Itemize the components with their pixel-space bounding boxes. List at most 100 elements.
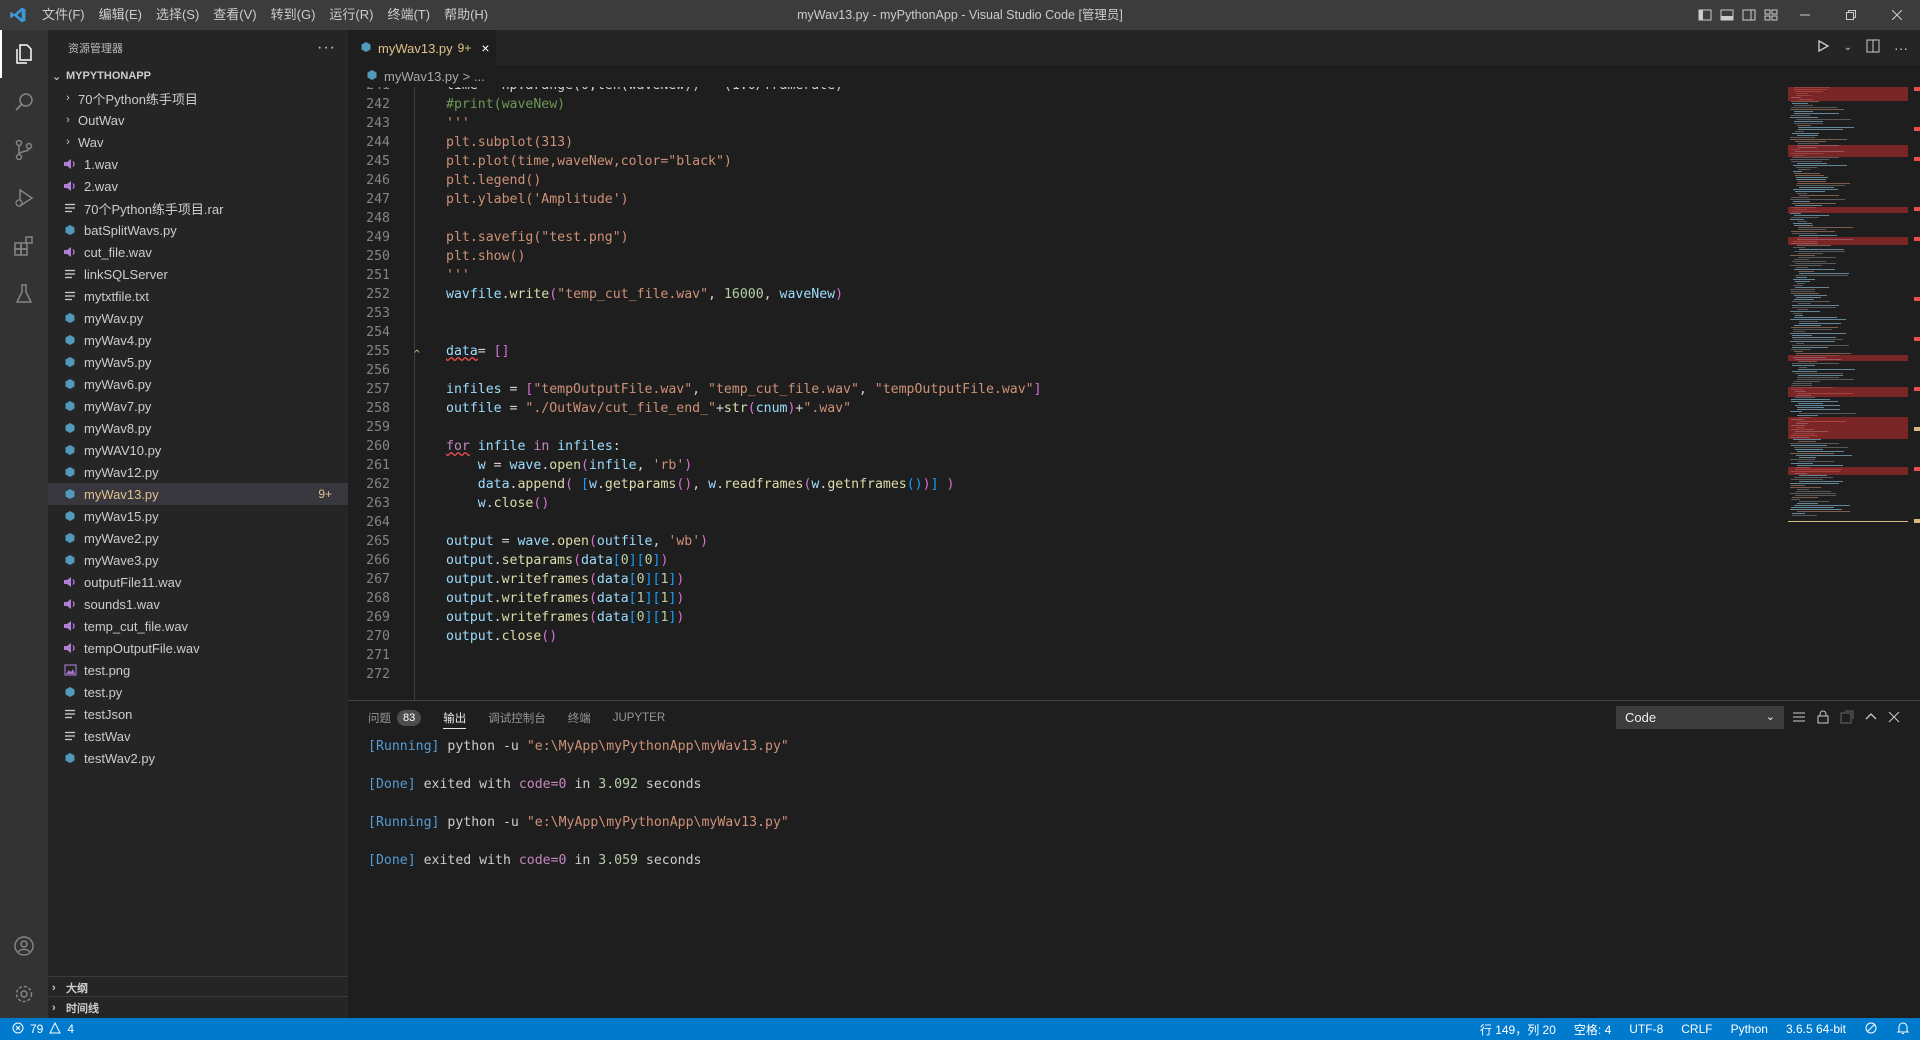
tab-jupyter[interactable]: JUPYTER <box>613 701 665 735</box>
file-item[interactable]: myWav.py <box>48 307 348 329</box>
extensions-icon[interactable] <box>0 222 48 270</box>
file-item[interactable]: testJson <box>48 703 348 725</box>
testing-flask-icon[interactable] <box>0 270 48 318</box>
toggle-secondary-sidebar-icon[interactable] <box>1738 0 1760 30</box>
menu-edit[interactable]: 编辑(E) <box>92 0 149 30</box>
file-item[interactable]: test.png <box>48 659 348 681</box>
file-item[interactable]: 2.wav <box>48 175 348 197</box>
file-item[interactable]: myWAV10.py <box>48 439 348 461</box>
file-item[interactable]: 1.wav <box>48 153 348 175</box>
file-item[interactable]: linkSQLServer <box>48 263 348 285</box>
folder-item[interactable]: › 70个Python练手项目 <box>48 87 348 109</box>
file-item[interactable]: myWav12.py <box>48 461 348 483</box>
minimap[interactable] <box>1788 87 1908 700</box>
toggle-sidebar-icon[interactable] <box>1694 0 1716 30</box>
close-tab-icon[interactable]: × <box>481 40 489 56</box>
restore-icon[interactable] <box>1828 0 1874 30</box>
file-item[interactable]: myWav13.py 9+ <box>48 483 348 505</box>
close-panel-icon[interactable] <box>1888 711 1900 726</box>
tab-debug-console[interactable]: 调试控制台 <box>488 701 546 735</box>
file-item[interactable]: cut_file.wav <box>48 241 348 263</box>
python-file-icon <box>62 464 78 480</box>
lock-scroll-icon[interactable] <box>1816 710 1830 727</box>
tab-problems[interactable]: 问题 83 <box>368 701 422 735</box>
menu-file[interactable]: 文件(F) <box>35 0 92 30</box>
status-bar: 79 4 行 149，列 20 空格: 4 UTF-8 CRLF Python … <box>0 1018 1920 1040</box>
file-item[interactable]: 70个Python练手项目.rar <box>48 197 348 219</box>
folder-item[interactable]: › Wav <box>48 131 348 153</box>
project-root[interactable]: ⌄ MYPYTHONAPP <box>48 65 348 87</box>
menu-terminal[interactable]: 终端(T) <box>380 0 437 30</box>
python-interpreter[interactable]: 3.6.5 64-bit <box>1786 1022 1846 1036</box>
open-in-editor-icon[interactable] <box>1840 710 1854 727</box>
vertical-scrollbar[interactable] <box>1908 87 1920 700</box>
account-icon[interactable] <box>0 922 48 970</box>
menu-go[interactable]: 转到(G) <box>264 0 323 30</box>
text-file-icon <box>62 728 78 744</box>
tree-item-label: myWave3.py <box>84 552 159 568</box>
customize-layout-icon[interactable] <box>1760 0 1782 30</box>
file-item[interactable]: sounds1.wav <box>48 593 348 615</box>
folder-item[interactable]: › OutWav <box>48 109 348 131</box>
more-actions-icon[interactable]: ··· <box>317 39 336 57</box>
run-debug-icon[interactable] <box>0 174 48 222</box>
tree-item-label: cut_file.wav <box>84 244 152 260</box>
maximize-panel-icon[interactable] <box>1864 710 1878 727</box>
notifications-bell-icon[interactable] <box>1896 1021 1910 1038</box>
file-item[interactable]: myWav4.py <box>48 329 348 351</box>
split-editor-icon[interactable] <box>1866 39 1880 56</box>
breadcrumb-rest[interactable]: > ... <box>463 69 485 84</box>
file-item[interactable]: myWav7.py <box>48 395 348 417</box>
run-dropdown-icon[interactable]: ⌄ <box>1844 42 1852 53</box>
file-item[interactable]: mytxtfile.txt <box>48 285 348 307</box>
breadcrumb-file[interactable]: myWav13.py <box>384 69 459 84</box>
clear-output-icon[interactable] <box>1792 710 1806 727</box>
file-item[interactable]: myWav5.py <box>48 351 348 373</box>
problem-count-badge: 9+ <box>318 487 332 501</box>
file-item[interactable]: myWav15.py <box>48 505 348 527</box>
tree-item-label: testWav2.py <box>84 750 156 766</box>
file-item[interactable]: tempOutputFile.wav <box>48 637 348 659</box>
timeline-section[interactable]: › 时间线 <box>48 996 348 1018</box>
output-channel-select[interactable]: Code ⌄ <box>1616 706 1784 729</box>
file-item[interactable]: testWav <box>48 725 348 747</box>
menu-help[interactable]: 帮助(H) <box>437 0 495 30</box>
tab-mywav13[interactable]: myWav13.py 9+ × <box>348 30 496 65</box>
problems-status[interactable]: 79 4 <box>0 1021 74 1037</box>
minimize-icon[interactable] <box>1782 0 1828 30</box>
encoding[interactable]: UTF-8 <box>1629 1022 1663 1036</box>
file-item[interactable]: test.py <box>48 681 348 703</box>
search-icon[interactable] <box>0 78 48 126</box>
settings-gear-icon[interactable] <box>0 970 48 1018</box>
source-control-icon[interactable] <box>0 126 48 174</box>
language-mode[interactable]: Python <box>1731 1022 1768 1036</box>
tab-terminal[interactable]: 终端 <box>568 701 591 735</box>
file-item[interactable]: myWav6.py <box>48 373 348 395</box>
chevron-right-icon: › <box>66 114 70 126</box>
feedback-icon[interactable] <box>1864 1021 1878 1038</box>
menu-view[interactable]: 查看(V) <box>206 0 263 30</box>
file-item[interactable]: myWave2.py <box>48 527 348 549</box>
file-item[interactable]: batSplitWavs.py <box>48 219 348 241</box>
run-file-icon[interactable] <box>1816 39 1830 56</box>
cursor-position[interactable]: 行 149，列 20 <box>1480 1021 1556 1038</box>
menu-selection[interactable]: 选择(S) <box>149 0 206 30</box>
code-line: w.close() <box>477 496 550 511</box>
file-item[interactable]: testWav2.py <box>48 747 348 769</box>
toggle-panel-icon[interactable] <box>1716 0 1738 30</box>
code-editor[interactable]: 2402412422432442452462472482492502512522… <box>348 87 1788 700</box>
file-item[interactable]: outputFile11.wav <box>48 571 348 593</box>
explorer-icon[interactable] <box>0 30 48 78</box>
editor-more-icon[interactable]: ··· <box>1894 40 1908 56</box>
outline-section[interactable]: › 大纲 <box>48 976 348 998</box>
file-item[interactable]: myWave3.py <box>48 549 348 571</box>
tree-item-label: myWav5.py <box>84 354 152 370</box>
end-of-line[interactable]: CRLF <box>1681 1022 1712 1036</box>
indentation[interactable]: 空格: 4 <box>1574 1021 1611 1038</box>
tab-output[interactable]: 输出 <box>443 701 467 735</box>
close-window-icon[interactable] <box>1874 0 1920 30</box>
file-item[interactable]: myWav8.py <box>48 417 348 439</box>
file-item[interactable]: temp_cut_file.wav <box>48 615 348 637</box>
menu-run[interactable]: 运行(R) <box>322 0 380 30</box>
code-line: data.append( [w.getparams(), w.readframe… <box>477 477 955 492</box>
